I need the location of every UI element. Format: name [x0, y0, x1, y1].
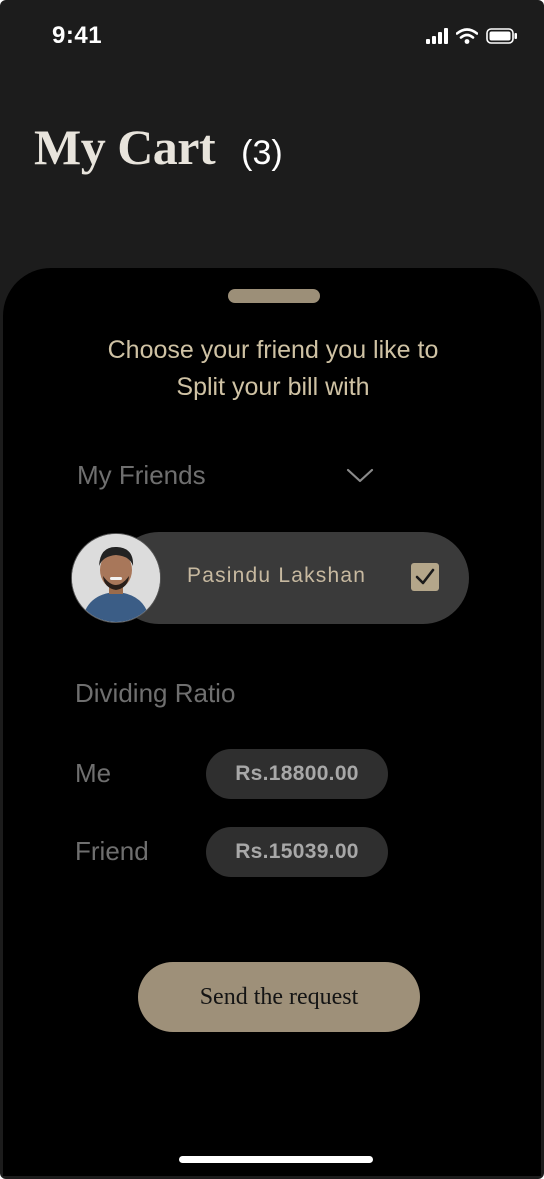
- battery-icon: [486, 28, 517, 44]
- cart-header: My Cart (3): [34, 118, 283, 176]
- status-icons: [426, 27, 518, 45]
- friend-checkbox[interactable]: [411, 563, 439, 591]
- dividing-ratio-label: Dividing Ratio: [75, 678, 236, 708]
- me-amount-field[interactable]: Rs.18800.00: [206, 749, 388, 799]
- page-title: My Cart: [34, 119, 216, 175]
- signal-icon: [426, 28, 448, 44]
- sheet-drag-handle[interactable]: [228, 289, 320, 303]
- heading-line-1: Choose your friend you like to: [107, 336, 439, 364]
- status-time: 9:41: [52, 22, 103, 49]
- me-label: Me: [75, 758, 112, 788]
- sheet-heading: Choose your friend you like to Split you…: [43, 332, 503, 406]
- friend-name: Pasindu Lakshan: [187, 564, 367, 587]
- phone-screen: 9:41 My Cart (3) Choose your friend you …: [0, 0, 544, 1179]
- friend-label: Friend: [75, 836, 149, 866]
- wifi-icon: [456, 28, 478, 44]
- check-icon: [415, 568, 435, 585]
- split-bill-sheet: Choose your friend you like to Split you…: [3, 268, 541, 1176]
- heading-line-2: Split your bill with: [176, 373, 370, 401]
- avatar: [71, 533, 161, 623]
- chevron-down-icon[interactable]: [345, 465, 375, 485]
- cart-count: (3): [241, 134, 283, 172]
- friend-amount-field[interactable]: Rs.15039.00: [206, 827, 388, 877]
- home-indicator[interactable]: [179, 1156, 373, 1163]
- friend-avatar-icon: [72, 534, 160, 622]
- friends-dropdown-label[interactable]: My Friends: [77, 460, 206, 491]
- send-request-button[interactable]: Send the request: [138, 962, 420, 1032]
